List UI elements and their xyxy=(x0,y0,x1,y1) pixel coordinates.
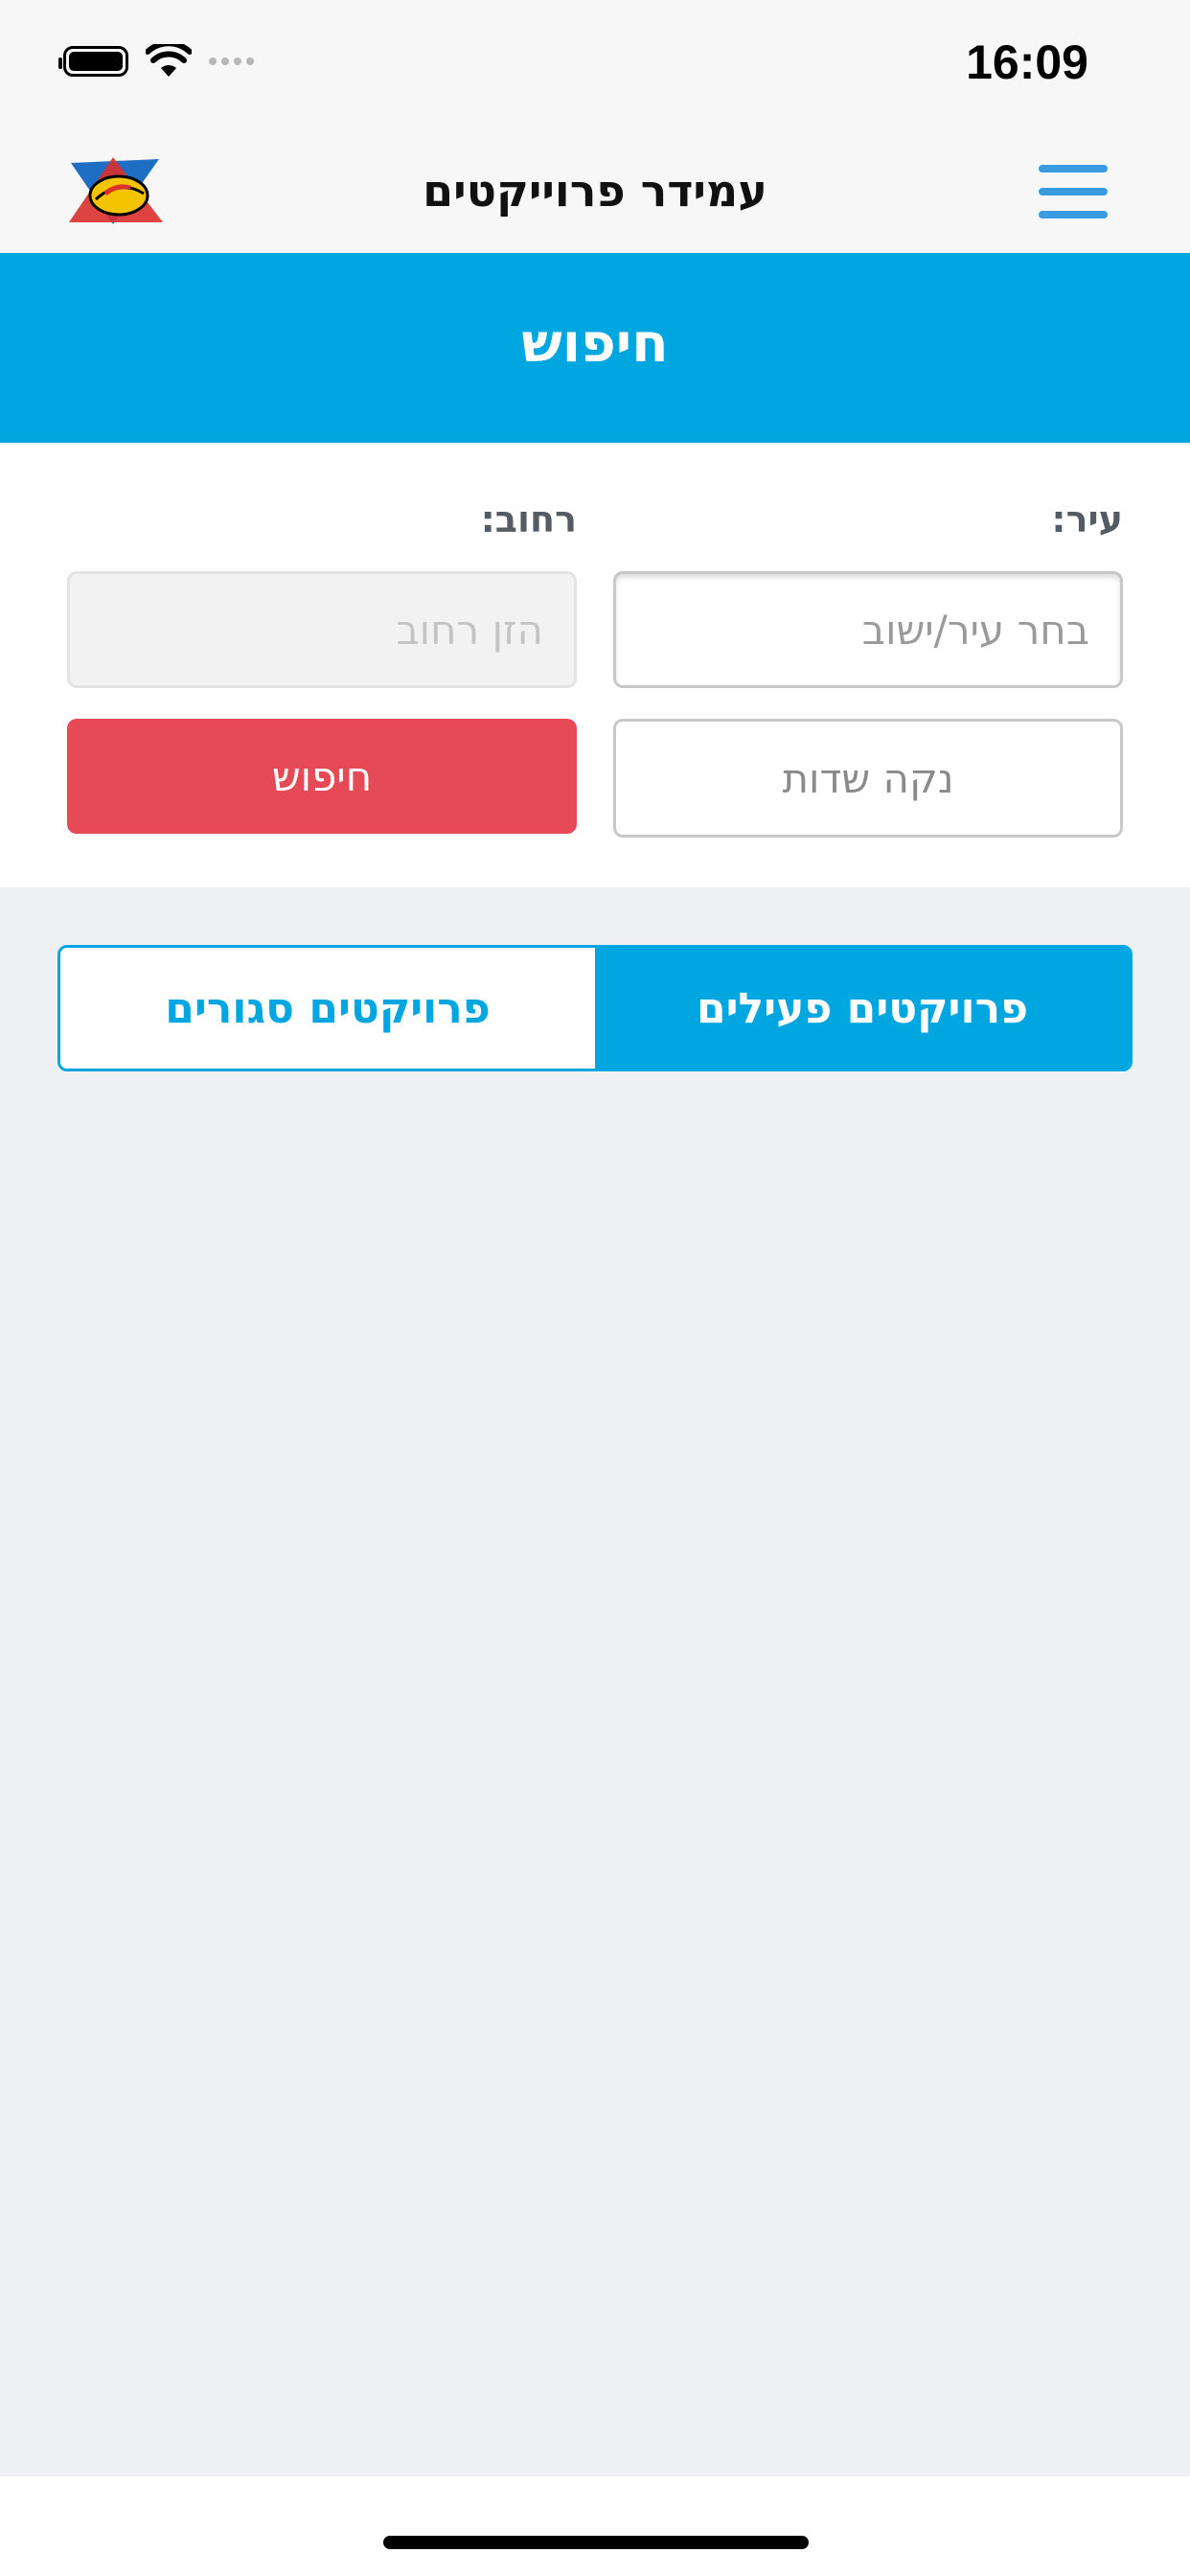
home-indicator[interactable] xyxy=(383,2536,809,2549)
search-header: חיפוש xyxy=(0,253,1190,443)
street-input[interactable] xyxy=(67,571,577,688)
city-label: עיר: xyxy=(1051,498,1123,540)
search-header-title: חיפוש xyxy=(521,312,669,375)
nav-title: עמידר פרוייקטים xyxy=(423,165,767,217)
tab-active-projects[interactable]: פרויקטים פעילים xyxy=(595,948,1130,1069)
street-label: רחוב: xyxy=(480,498,577,540)
hamburger-menu-icon[interactable] xyxy=(1039,163,1108,220)
wifi-icon xyxy=(146,44,192,77)
battery-icon xyxy=(58,46,128,77)
search-form: עיר: רחוב: נקה שדות חיפוש xyxy=(0,443,1190,887)
clear-fields-button[interactable]: נקה שדות xyxy=(613,719,1123,838)
status-time: 16:09 xyxy=(966,35,1088,89)
signal-icon xyxy=(209,58,254,65)
nav-bar: עמידר פרוייקטים xyxy=(0,134,1190,253)
city-input[interactable] xyxy=(613,571,1123,688)
status-icons xyxy=(58,44,254,79)
tab-closed-projects[interactable]: פרויקטים סגורים xyxy=(60,948,595,1069)
home-indicator-area xyxy=(0,2476,1190,2576)
project-tabs: פרויקטים סגורים פרויקטים פעילים xyxy=(57,945,1133,1071)
status-bar: 16:09 xyxy=(0,0,1190,134)
search-button[interactable]: חיפוש xyxy=(67,719,577,834)
